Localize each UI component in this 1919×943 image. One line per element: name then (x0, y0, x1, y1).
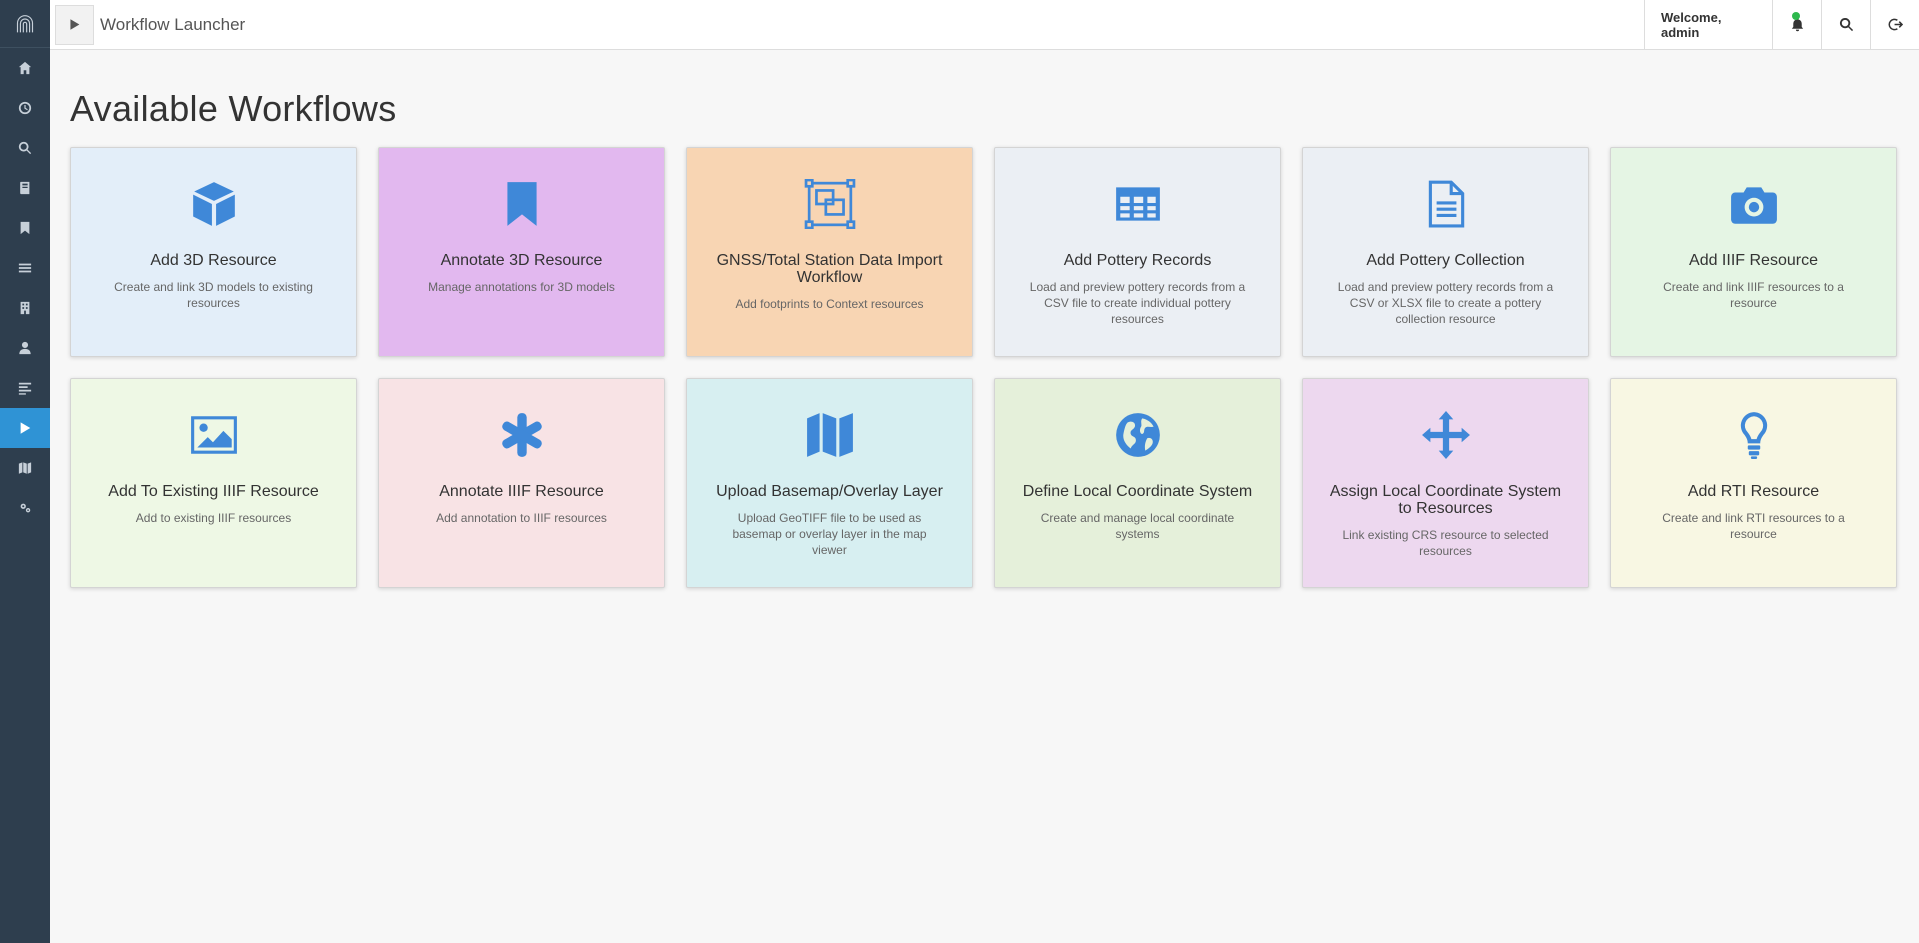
workflow-card[interactable]: Define Local Coordinate System Create an… (994, 378, 1281, 588)
workflow-card-description: Create and link IIIF resources to a reso… (1663, 280, 1844, 310)
workflow-card[interactable]: Add 3D Resource Create and link 3D model… (70, 147, 357, 357)
sidebar-item-settings[interactable] (0, 488, 50, 528)
map-icon (802, 409, 858, 461)
building-icon (20, 301, 30, 315)
sidebar-item-align[interactable] (0, 368, 50, 408)
workflow-card-description: Load and preview pottery records from a … (1029, 280, 1246, 326)
sidebar-item-workflows[interactable] (0, 408, 50, 448)
workflow-card-title: GNSS/Total Station Data Import Workflow (716, 252, 943, 286)
workflow-card[interactable]: Add Pottery Records Load and preview pot… (994, 147, 1281, 357)
user-menu-button[interactable]: Welcome, admin (1644, 0, 1772, 50)
align-left-icon (18, 382, 32, 395)
sidebar-item-resources[interactable] (0, 168, 50, 208)
workflow-card-description: Add footprints to Context resources (735, 297, 924, 311)
camera-icon (1726, 178, 1782, 230)
bookmark-icon (494, 178, 550, 230)
sidebar-item-home[interactable] (0, 48, 50, 88)
sidebar-item-building[interactable] (0, 288, 50, 328)
workflow-card[interactable]: Add To Existing IIIF Resource Add to exi… (70, 378, 357, 588)
main-content: Available Workflows Add 3D Resource Crea… (50, 50, 1919, 943)
workflow-card-title: Assign Local Coordinate System to Resour… (1329, 483, 1562, 517)
workflow-card-description: Create and manage local coordinate syste… (1040, 511, 1235, 541)
workflow-card-title: Annotate IIIF Resource (439, 483, 604, 500)
workflow-card-title: Add IIIF Resource (1689, 252, 1818, 269)
book-icon (20, 181, 30, 195)
globe-icon (1110, 409, 1166, 461)
workflow-card-description: Link existing CRS resource to selected r… (1342, 528, 1549, 558)
map-icon (18, 462, 32, 474)
user-icon (19, 341, 31, 355)
workflow-card-description: Add to existing IIIF resources (135, 511, 292, 525)
workflow-card-description: Create and link RTI resources to a resou… (1662, 511, 1845, 541)
asterisk-icon (494, 409, 550, 461)
workflow-card-title: Add Pottery Records (1063, 252, 1212, 269)
workflow-card-title: Add To Existing IIIF Resource (108, 483, 319, 500)
workflow-card-description: Create and link 3D models to existing re… (114, 280, 313, 310)
workflow-card-title: Add 3D Resource (150, 252, 277, 269)
sidebar-item-list[interactable] (0, 248, 50, 288)
page-title: Workflow Launcher (100, 14, 246, 34)
workflow-card[interactable]: Add IIIF Resource Create and link IIIF r… (1610, 147, 1897, 357)
search-icon (1839, 17, 1853, 32)
workflow-card-title: Add Pottery Collection (1366, 252, 1525, 269)
sidebar-item-map[interactable] (0, 448, 50, 488)
workflow-grid: Add 3D Resource Create and link 3D model… (70, 147, 1900, 588)
sidebar-item-bookmarks[interactable] (0, 208, 50, 248)
header-actions: Welcome, admin (1644, 0, 1919, 50)
play-icon (70, 19, 80, 30)
workflow-card[interactable]: Upload Basemap/Overlay Layer Upload GeoT… (686, 378, 973, 588)
workflow-card[interactable]: Add Pottery Collection Load and preview … (1302, 147, 1589, 357)
workflow-card-description: Upload GeoTIFF file to be used as basema… (732, 511, 927, 557)
sidebar-item-search[interactable] (0, 128, 50, 168)
sidebar-item-history[interactable] (0, 88, 50, 128)
clock-icon (18, 101, 32, 115)
table-icon (1110, 178, 1166, 230)
app-logo[interactable] (0, 0, 50, 48)
search-icon (18, 141, 32, 155)
page-heading: Available Workflows (70, 88, 397, 129)
play-icon (20, 422, 31, 434)
logout-icon (1888, 18, 1903, 31)
notification-indicator (1792, 11, 1800, 20)
logout-button[interactable] (1870, 0, 1919, 50)
home-icon (18, 61, 32, 75)
cogs-icon (20, 503, 31, 513)
top-header: Workflow Launcher Welcome, admin (50, 0, 1919, 50)
workflow-card[interactable]: Assign Local Coordinate System to Resour… (1302, 378, 1589, 588)
workflow-card-title: Annotate 3D Resource (440, 252, 603, 269)
workflow-card-description: Manage annotations for 3D models (428, 280, 615, 294)
workflow-card[interactable]: Add RTI Resource Create and link RTI res… (1610, 378, 1897, 588)
sidebar (0, 0, 50, 943)
search-button[interactable] (1821, 0, 1870, 50)
workflow-card[interactable]: Annotate 3D Resource Manage annotations … (378, 147, 665, 357)
file-text-icon (1418, 178, 1474, 230)
workflow-card-title: Add RTI Resource (1687, 483, 1820, 500)
lightbulb-icon (1726, 409, 1782, 461)
workflow-card-title: Upload Basemap/Overlay Layer (716, 483, 943, 500)
list-icon (18, 263, 32, 273)
workflow-card-description: Add annotation to IIIF resources (436, 511, 607, 525)
arrows-icon (1418, 409, 1474, 461)
cube-icon (186, 178, 242, 230)
object-group-icon (802, 178, 858, 230)
workflow-card[interactable]: Annotate IIIF Resource Add annotation to… (378, 378, 665, 588)
bookmark-icon (20, 221, 30, 235)
sidebar-toggle-button[interactable] (55, 4, 94, 45)
notifications-button[interactable] (1772, 0, 1821, 50)
sidebar-item-user[interactable] (0, 328, 50, 368)
logo-icon (16, 14, 34, 32)
workflow-card-description: Load and preview pottery records from a … (1337, 280, 1554, 326)
image-icon (186, 409, 242, 461)
workflow-card-title: Define Local Coordinate System (1022, 483, 1253, 500)
workflow-card[interactable]: GNSS/Total Station Data Import Workflow … (686, 147, 973, 357)
